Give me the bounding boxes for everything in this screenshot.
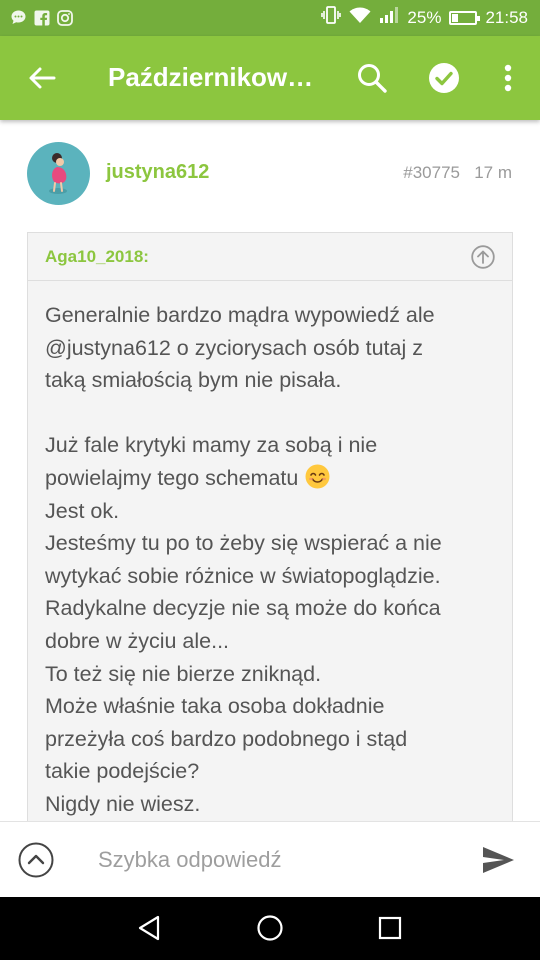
check-circle-icon [429,63,459,93]
quote-header: Aga10_2018: [28,233,512,281]
quote-line: Może właśnie taka osoba dokładnie [45,694,385,719]
clock: 21:58 [485,7,528,27]
arrow-up-circle-icon [471,245,495,269]
quick-reply-bar [0,821,540,897]
battery-percent: 25% [407,7,442,27]
post-number: #30775 [403,163,460,182]
quote-line: dobre w życiu ale... [45,628,230,653]
post-username[interactable]: justyna612 [106,161,209,184]
quote-line: przeżyła coś bardzo podobnego i stąd [45,726,408,751]
facebook-icon [33,9,50,26]
vibrate-icon [321,6,342,29]
app-bar: Październikow… [0,36,540,120]
status-bar: 25% 21:58 [0,0,540,36]
chevron-up-circle-icon [18,842,54,878]
battery-icon [449,10,481,25]
circle-home-icon [257,915,283,941]
quote-line: Radykalne decyzje nie są może do końca [45,596,441,621]
square-recents-icon [378,916,402,940]
instagram-icon [56,9,73,26]
nav-back-button[interactable] [133,912,165,944]
nav-home-button[interactable] [254,912,286,944]
quote-jump-button[interactable] [471,245,495,269]
send-icon [483,847,514,873]
smiling-face-emoji-icon [304,463,331,490]
back-arrow-icon [29,67,56,89]
quote-line: To też się nie bierze zniknąd. [45,661,322,686]
quote-line: taką smiałością bym nie pisała. [45,368,342,393]
quote-line: powielajmy tego schematu [45,465,299,490]
signal-icon [379,6,399,29]
triangle-back-icon [138,915,160,941]
overflow-menu-button[interactable] [488,58,528,98]
send-button[interactable] [480,842,518,880]
quote-line: Już fale krytyki mamy za sobą i nie [45,433,378,458]
quote-line-with-emoji: powielajmy tego schematu [45,462,495,495]
more-vert-icon [504,64,512,92]
avatar[interactable] [27,142,90,205]
thread-title: Październikow… [108,62,314,92]
mark-read-button[interactable] [424,58,464,98]
quote-line: Jesteśmy tu po to żeby się wspierać a ni… [45,531,442,556]
quick-reply-input[interactable] [98,844,438,876]
post-time: 17 m [474,163,512,182]
nav-recents-button[interactable] [374,912,406,944]
search-button[interactable] [352,58,392,98]
system-icons: 25% 21:58 [321,6,528,29]
expand-reply-button[interactable] [18,842,54,878]
quote-block: Aga10_2018: Generalnie bardzo mądra wypo… [27,232,513,832]
quote-line: @justyna612 o zyciorysach osób tutaj z [45,335,423,360]
notification-icons [10,9,73,26]
quote-line: Nigdy nie wiesz. [45,791,201,816]
wifi-icon [349,6,371,29]
chat-bubble-icon [10,9,27,26]
search-icon [358,64,387,93]
quote-line: wytykać sobie różnice w światopoglądzie. [45,563,441,588]
quote-line: Jest ok. [45,498,120,523]
quote-line: takie podejście? [45,759,200,784]
quote-author[interactable]: Aga10_2018: [45,247,149,267]
quote-text: Generalnie bardzo mądra wypowiedź ale @j… [28,281,512,821]
quote-line: Generalnie bardzo mądra wypowiedź ale [45,303,435,327]
back-button[interactable] [22,58,62,98]
system-navigation-bar [0,897,540,960]
